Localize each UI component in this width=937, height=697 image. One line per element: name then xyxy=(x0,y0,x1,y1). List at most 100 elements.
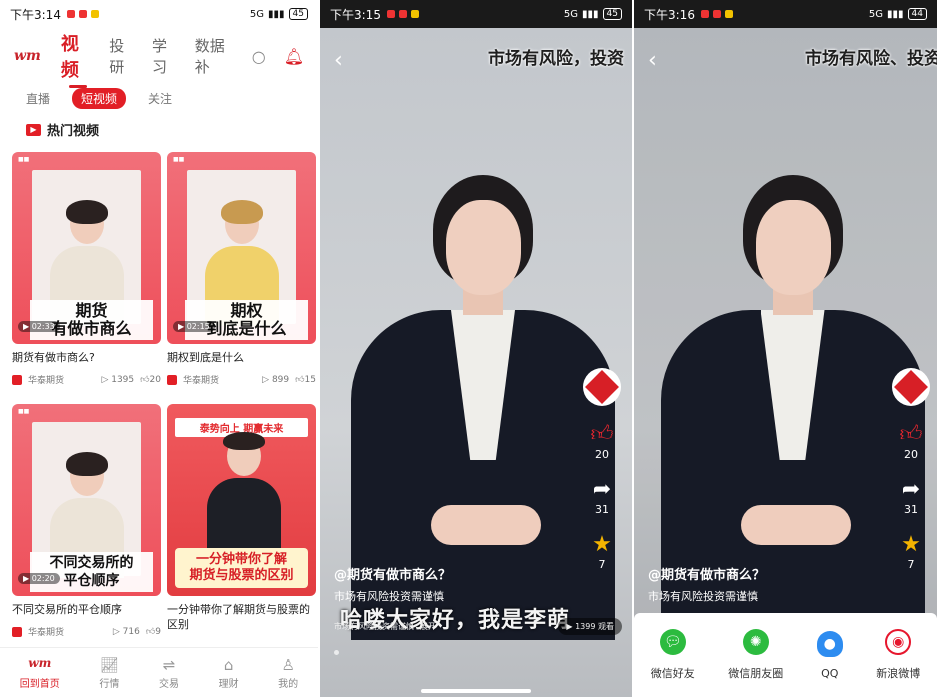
expand-link[interactable]: 展开 xyxy=(420,621,436,632)
video-title[interactable]: 期权到底是什么 xyxy=(167,350,316,365)
video-card[interactable]: ■■ 期货 有做市商么 ▶ 02:33 期货有做市商么? 华泰期货 ▷ 1395… xyxy=(12,152,161,386)
video-card[interactable]: ■■ 期权 到底是什么 ▶ 02:15 期权到底是什么 华泰期货 ▷ 899 👍… xyxy=(167,152,316,386)
sub-tabs: 直播 短视频 关注 xyxy=(26,88,172,109)
signal-icon: ▮▮▮ xyxy=(582,8,599,20)
share-label: 微信朋友圈 xyxy=(728,667,784,680)
thumbs-up-icon: 👍︎ xyxy=(899,422,923,447)
nav-mine[interactable]: ♙ 我的 xyxy=(278,656,298,690)
like-button[interactable]: 👍︎ 20 xyxy=(899,422,923,462)
video-meta: 华泰期货 ▷ 716 👍︎9 xyxy=(12,625,161,638)
nav-trade[interactable]: ⇌ 交易 xyxy=(159,656,179,690)
status-right: 5G ▮▮▮ 45 xyxy=(564,8,622,20)
video-meta: 华泰期货 ▷ 899 👍︎15 xyxy=(167,373,316,386)
video-handle[interactable]: @期货有做市商么？ xyxy=(648,564,765,583)
share-sheet: 💬︎ 微信好友 ✺ 微信朋友圈 ● QQ ◉ 新浪微博 xyxy=(634,613,937,697)
video-thumbnail[interactable]: 泰势向上 期赢未来 一分钟带你了解 期货与股票的区别 xyxy=(167,404,316,596)
video-duration: ▶ 02:33 xyxy=(18,321,60,332)
nav-market[interactable]: 📈︎ 行情 xyxy=(99,656,119,690)
favorite-button[interactable]: ★ 7 xyxy=(592,534,612,572)
status-right: 5G ▮▮▮ 45 xyxy=(250,8,308,20)
bottom-nav: wm 回到首页 📈︎ 行情 ⇌ 交易 ⌂ 理财 ♙ 我的 xyxy=(0,647,318,697)
home-logo-icon: wm xyxy=(28,655,52,670)
star-icon: ★ xyxy=(901,532,921,557)
nav-mine-label: 我的 xyxy=(278,678,299,690)
video-top-overlay-text: 市场有风险、投资 xyxy=(805,49,937,69)
back-arrow-icon[interactable]: ‹ xyxy=(334,48,343,73)
video-card[interactable]: ■■ 不同交易所的 平仓顺序 ▶ 02:20 不同交易所的平仓顺序 华泰期货 ▷… xyxy=(12,404,161,638)
profile-icon: ♙ xyxy=(281,655,295,674)
share-label: 新浪微博 xyxy=(876,667,921,680)
search-icon[interactable]: ○ xyxy=(252,47,266,66)
video-title[interactable]: 期货有做市商么? xyxy=(12,350,161,365)
video-title[interactable]: 不同交易所的平仓顺序 xyxy=(12,602,161,617)
thumb-brand-logo: ■■ xyxy=(173,156,185,163)
notification-icons xyxy=(386,10,419,18)
video-presenter xyxy=(660,175,925,640)
share-button[interactable]: ➦ 31 xyxy=(902,479,920,517)
views-count: ▷ 716 xyxy=(112,626,140,637)
finance-icon: ⌂ xyxy=(223,655,234,674)
views-count: ▷ 1395 xyxy=(101,374,135,385)
share-wechat-friend[interactable]: 💬︎ 微信好友 xyxy=(651,629,695,681)
video-thumbnail[interactable]: ■■ 期权 到底是什么 ▶ 02:15 xyxy=(167,152,316,344)
publisher-name: 华泰期货 xyxy=(183,376,220,386)
status-bar: 下午3:14 5G ▮▮▮ 45 xyxy=(0,0,318,28)
progress-indicator[interactable] xyxy=(334,650,339,655)
weibo-icon: ◉ xyxy=(885,629,912,655)
side-actions: 👍︎ 20 ➦ 31 ★ 7 xyxy=(889,368,933,571)
publisher-avatar[interactable] xyxy=(892,368,930,406)
share-qq[interactable]: ● QQ xyxy=(816,630,843,680)
bell-icon[interactable]: 🔔︎ xyxy=(284,47,304,66)
tab-data[interactable]: 数据补 xyxy=(195,35,238,77)
tab-research[interactable]: 投研 xyxy=(109,35,138,77)
views-value: 716 xyxy=(122,626,140,637)
share-button[interactable]: ➦ 31 xyxy=(593,479,611,517)
thumb-caption-line1: 不同交易所的 xyxy=(49,555,134,571)
video-thumbnail[interactable]: ■■ 期货 有做市商么 ▶ 02:33 xyxy=(12,152,161,344)
likes-count: 👍︎20 xyxy=(140,374,161,385)
section-title-text: 热门视频 xyxy=(47,124,100,139)
market-chart-icon: 📈︎ xyxy=(99,655,119,674)
publisher-name: 华泰期货 xyxy=(28,628,65,638)
video-thumbnail[interactable]: ■■ 不同交易所的 平仓顺序 ▶ 02:20 xyxy=(12,404,161,596)
thumb-presenter xyxy=(207,432,281,558)
nav-finance[interactable]: ⌂ 理财 xyxy=(219,656,239,690)
share-wechat-moments[interactable]: ✺ 微信朋友圈 xyxy=(728,629,783,681)
promo-caption-line2: 期货与股票的区别 xyxy=(189,568,294,583)
video-title[interactable]: 一分钟带你了解期货与股票的区别 xyxy=(167,602,316,632)
publisher-icon xyxy=(12,374,22,385)
subtab-short-video[interactable]: 短视频 xyxy=(72,88,127,109)
battery-icon: 45 xyxy=(288,8,308,20)
nav-finance-label: 理财 xyxy=(218,678,239,690)
video-meta: 华泰期货 ▷ 1395 👍︎20 xyxy=(12,373,161,386)
battery-icon: 44 xyxy=(907,8,927,20)
favorite-button[interactable]: ★ 7 xyxy=(901,532,921,572)
video-card[interactable]: 泰势向上 期赢未来 一分钟带你了解 期货与股票的区别 一分钟带你了解期货与股票的… xyxy=(167,404,316,632)
view-count-badge: ▶ 1399 观看 xyxy=(558,618,622,635)
signal-icon: ▮▮▮ xyxy=(887,8,904,20)
share-weibo[interactable]: ◉ 新浪微博 xyxy=(876,629,920,681)
thumb-caption: 不同交易所的 平仓顺序 xyxy=(30,552,153,592)
back-arrow-icon[interactable]: ‹ xyxy=(648,48,657,73)
like-count: 20 xyxy=(595,448,609,461)
like-button[interactable]: 👍︎ 20 xyxy=(591,424,614,462)
video-description: 市场有风险投资需谨慎 xyxy=(648,590,758,603)
promo-caption-line1: 一分钟带你了解 xyxy=(195,552,287,567)
subtab-follow[interactable]: 关注 xyxy=(148,90,172,107)
home-indicator[interactable] xyxy=(421,689,531,693)
tab-video[interactable]: 视频 xyxy=(61,30,95,88)
subtab-live[interactable]: 直播 xyxy=(26,90,50,107)
app-logo: wm xyxy=(14,48,41,64)
video-handle[interactable]: @期货有做市商么？ xyxy=(334,564,451,583)
nav-market-label: 行情 xyxy=(99,678,120,690)
tab-learning[interactable]: 学习 xyxy=(152,35,181,77)
publisher-icon xyxy=(167,374,177,385)
signal-label: 5G xyxy=(563,8,579,20)
likes-count: 👍︎15 xyxy=(295,374,316,385)
notification-icons xyxy=(66,10,99,18)
likes-count: 👍︎9 xyxy=(145,626,161,637)
like-count: 20 xyxy=(904,448,918,461)
nav-home-label: 回到首页 xyxy=(19,678,60,690)
nav-home[interactable]: wm 回到首页 xyxy=(20,656,60,690)
publisher-avatar[interactable] xyxy=(583,368,621,406)
